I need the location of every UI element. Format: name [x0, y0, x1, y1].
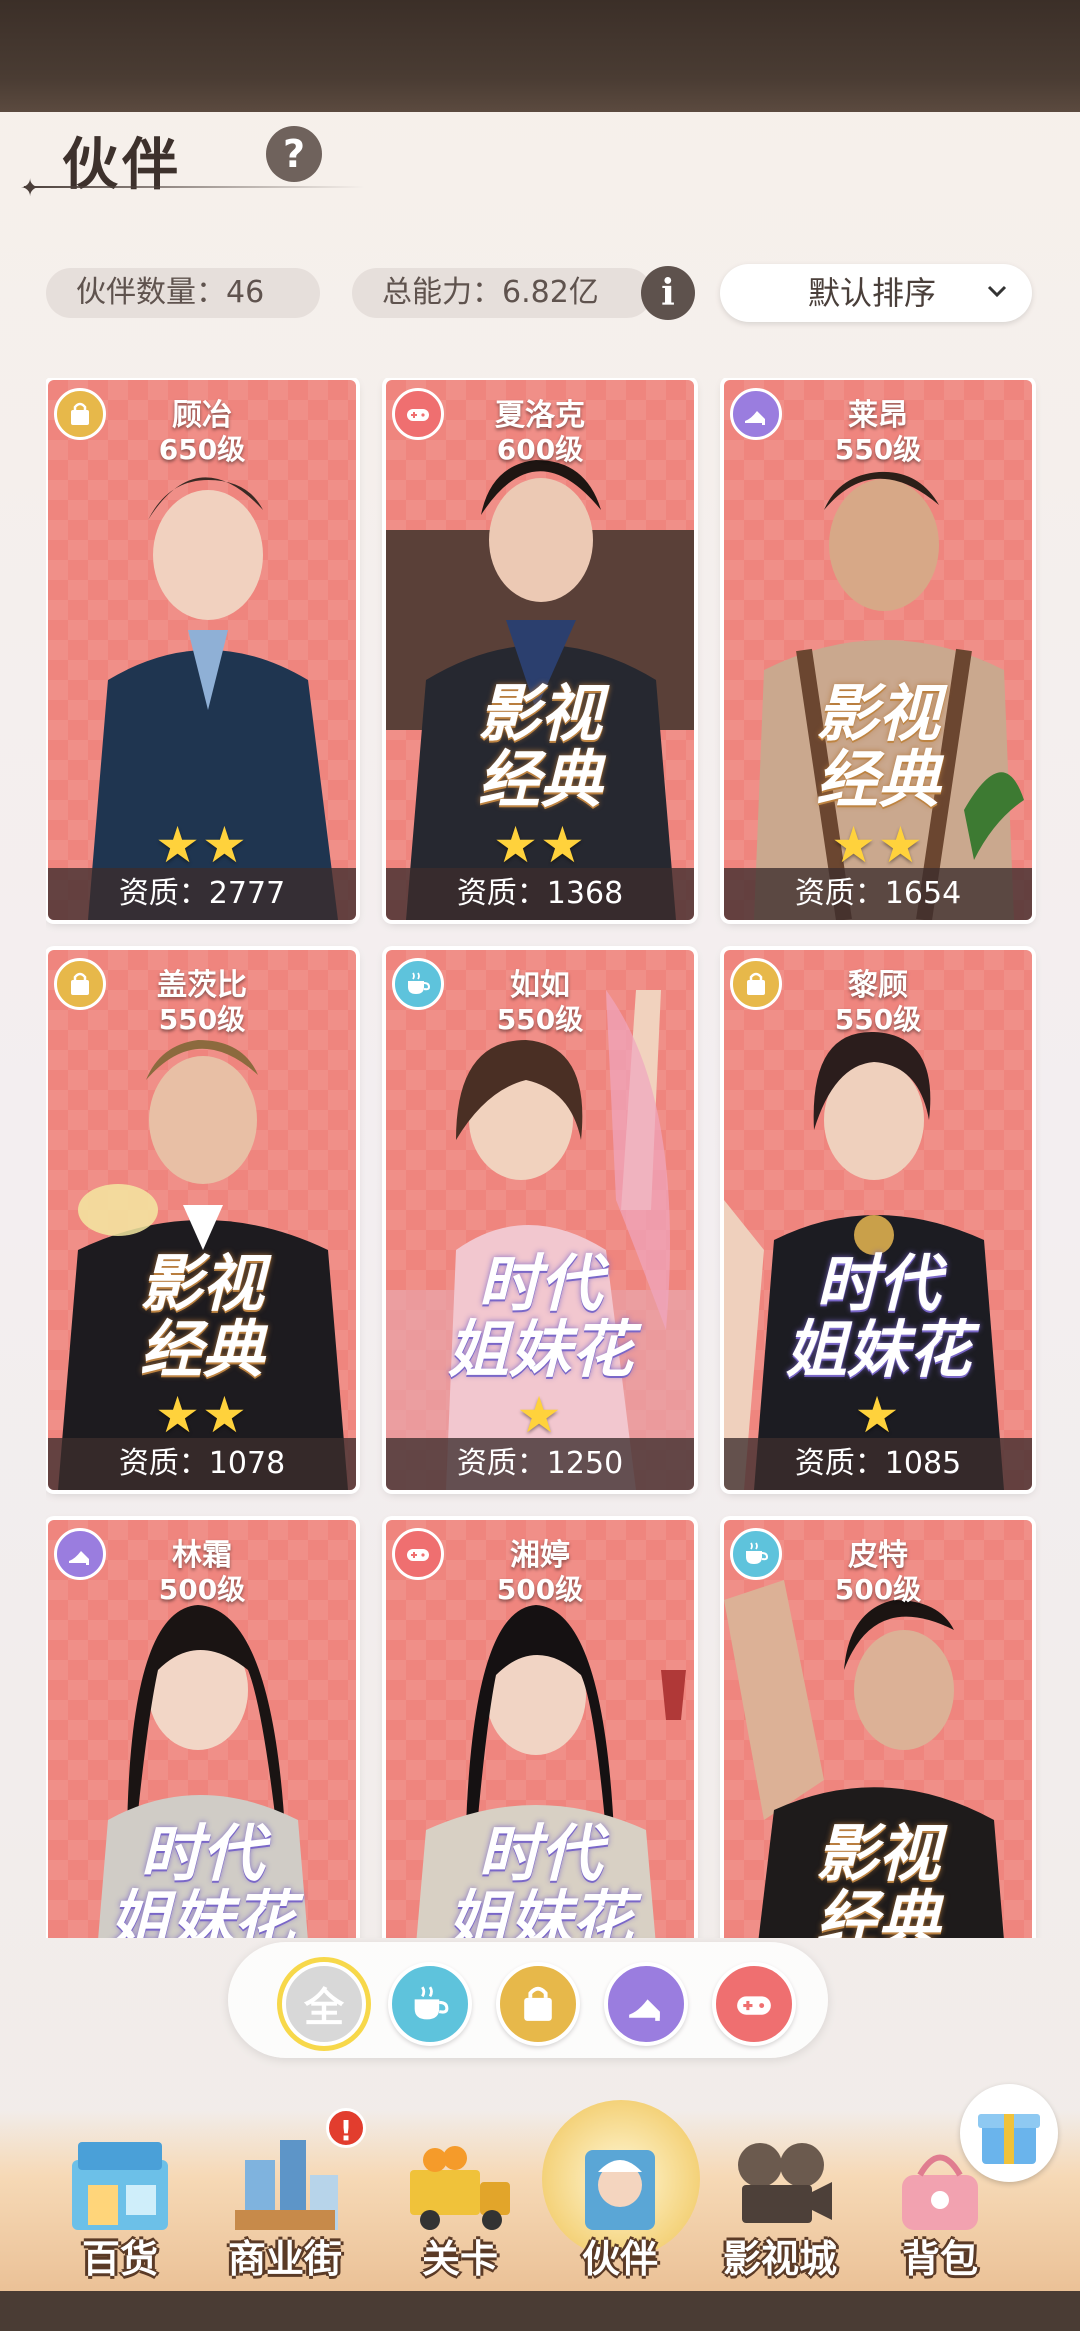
- tag-line-1: 时代: [477, 1247, 602, 1320]
- tag-line-2: 经典: [815, 743, 940, 816]
- partner-level: 550级: [834, 433, 922, 466]
- gift-button[interactable]: [960, 2084, 1058, 2182]
- partner-quality: 资质：1085: [724, 1438, 1032, 1490]
- tag-line-1: 影视: [815, 677, 940, 750]
- nav-label: 商业街: [227, 2237, 342, 2281]
- alert-badge: !: [326, 2108, 366, 2148]
- tag-line-1: 时代: [139, 1817, 264, 1890]
- partner-card[interactable]: 如如 550级 时代 姐妹花 ★ 资质：1250: [386, 950, 694, 1490]
- partner-level: 550级: [834, 1003, 922, 1036]
- star-rating: ★★: [155, 816, 249, 874]
- star-rating: ★★: [155, 1386, 249, 1444]
- partner-avatar-icon: [585, 2150, 655, 2230]
- sparkle-icon: ✦: [20, 174, 41, 202]
- nav-strip: [0, 2291, 1080, 2331]
- partner-card[interactable]: 湘婷 500级 时代 姐妹花: [386, 1520, 694, 1938]
- partner-level: 500级: [158, 1573, 246, 1606]
- filter-gamepad-button[interactable]: [712, 1962, 796, 2046]
- truck-icon: [410, 2146, 510, 2230]
- filter-cup-button[interactable]: [388, 1962, 472, 2046]
- help-button[interactable]: ?: [266, 126, 322, 182]
- heel-icon: [629, 1999, 660, 2021]
- nav-label: 关卡: [421, 2237, 498, 2281]
- partner-quality: 资质：1368: [386, 868, 694, 920]
- tag-line-2: 姐妹花: [446, 1883, 633, 1939]
- nav-label: 伙伴: [581, 2237, 658, 2281]
- bag-icon: [524, 1986, 552, 2021]
- partner-card[interactable]: 皮特 500级 影视 经典: [724, 1520, 1032, 1938]
- star-rating: ★★: [493, 816, 587, 874]
- nav-levels[interactable]: 关卡: [380, 2120, 540, 2290]
- partner-level: 500级: [496, 1573, 584, 1606]
- partner-card[interactable]: 黎顾 550级 时代 姐妹花 ★ 资质：1085: [724, 950, 1032, 1490]
- total-power: 总能力：6.82亿: [352, 268, 652, 318]
- star-rating: ★: [854, 1386, 902, 1444]
- page-title: 伙伴: [62, 133, 182, 198]
- partner-level: 650级: [158, 433, 246, 466]
- tag-line-1: 影视: [139, 1247, 264, 1320]
- sort-value: 默认排序: [808, 274, 937, 312]
- filter-all-button[interactable]: 全: [282, 1962, 366, 2046]
- partner-level: 550级: [496, 1003, 584, 1036]
- partner-card[interactable]: 林霜 500级 时代 姐妹花: [48, 1520, 356, 1938]
- tag-line-2: 经典: [139, 1313, 264, 1386]
- nav-label: 背包: [901, 2237, 978, 2281]
- tag-line-2: 姐妹花: [108, 1883, 295, 1939]
- gift-icon: [978, 2114, 1040, 2164]
- sort-dropdown[interactable]: 默认排序: [720, 264, 1032, 322]
- tag-line-2: 姐妹花: [784, 1313, 971, 1386]
- partner-card[interactable]: 莱昂 550级 影视 经典 ★★ 资质：1654: [724, 380, 1032, 920]
- partner-card[interactable]: 盖茨比 550级 影视 经典 ★★ 资质：1078: [48, 950, 356, 1490]
- star-rating: ★: [516, 1386, 564, 1444]
- partner-level: 550级: [158, 1003, 246, 1036]
- nav-label: 百货: [81, 2237, 158, 2281]
- partner-level: 500级: [834, 1573, 922, 1606]
- header: 伙伴 ? ✦: [0, 112, 1080, 202]
- nav-label: 影视城: [722, 2237, 837, 2281]
- partner-level: 600级: [496, 433, 584, 466]
- partner-quality: 资质：1078: [48, 1438, 356, 1490]
- chevron-down-icon: [987, 285, 1007, 298]
- partner-grid: 顾冶 650级 ★★ 资质：2777 夏洛克 600级 影视 经典 ★★ 资质：…: [46, 378, 1046, 1938]
- info-icon[interactable]: i: [641, 266, 695, 320]
- tag-line-1: 时代: [815, 1247, 940, 1320]
- partner-count: 伙伴数量：46: [46, 268, 320, 318]
- filter-heel-button[interactable]: [604, 1962, 688, 2046]
- partner-quality: 资质：1654: [724, 868, 1032, 920]
- street-icon: [235, 2140, 338, 2230]
- tag-line-2: 姐妹花: [446, 1313, 633, 1386]
- nav-department-store[interactable]: 百货: [40, 2120, 200, 2290]
- gamepad-icon: [737, 1996, 771, 2015]
- tag-line-1: 影视: [477, 677, 602, 750]
- type-filter-bar: 全: [228, 1942, 828, 2058]
- tag-line-2: 经典: [815, 1883, 940, 1939]
- partner-quality: 资质：1250: [386, 1438, 694, 1490]
- tag-line-1: 时代: [477, 1817, 602, 1890]
- film-camera-icon: [738, 2143, 832, 2223]
- nav-partners[interactable]: 伙伴: [540, 2120, 700, 2290]
- tag-line-2: 经典: [477, 743, 602, 816]
- store-icon: [72, 2142, 168, 2230]
- title-divider: [24, 186, 364, 188]
- filter-bag-button[interactable]: [496, 1962, 580, 2046]
- cup-icon: [414, 1986, 449, 2020]
- partner-card[interactable]: 顾冶 650级 ★★ 资质：2777: [48, 380, 356, 920]
- partner-card[interactable]: 夏洛克 600级 影视 经典 ★★ 资质：1368: [386, 380, 694, 920]
- nav-film-city[interactable]: 影视城: [700, 2120, 860, 2290]
- partner-quality: 资质：2777: [48, 868, 356, 920]
- tag-line-1: 影视: [815, 1817, 940, 1890]
- top-frame: [0, 0, 1080, 112]
- star-rating: ★★: [831, 816, 925, 874]
